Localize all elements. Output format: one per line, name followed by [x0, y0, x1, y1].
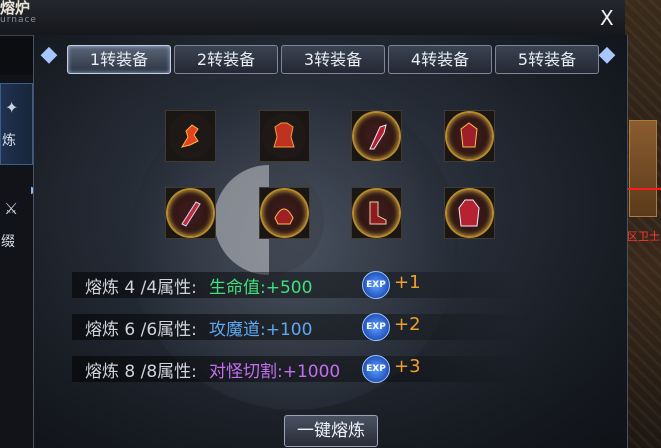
equipment-slot[interactable]: [259, 187, 310, 239]
furnace-panel: [33, 35, 628, 448]
tab-rebirth-4[interactable]: 4转装备: [388, 45, 492, 74]
one-click-smelt-button[interactable]: 一键熔炼: [284, 415, 378, 447]
world-npc-label: 区卫士: [627, 230, 660, 243]
smelt-icon: ✦: [5, 98, 19, 117]
exp-amount: +2: [394, 314, 421, 335]
equipment-slot[interactable]: [444, 110, 495, 162]
exp-icon: EXP: [362, 271, 390, 299]
flame-weapon-icon: [180, 124, 199, 148]
attribute-row: 熔炼 6 /6属性: 攻魔道:+100 EXP +2: [72, 313, 522, 341]
sidebar-item-label: 缀: [1, 234, 15, 250]
tab-rebirth-5[interactable]: 5转装备: [495, 45, 599, 74]
tab-rebirth-2[interactable]: 2转装备: [174, 45, 278, 74]
tab-prev-arrow-icon[interactable]: ◆: [36, 40, 62, 70]
equipment-slot[interactable]: [351, 187, 402, 239]
window-subtitle: urnace: [0, 15, 37, 25]
robe-icon: [458, 199, 480, 227]
embellish-icon: ⚔: [4, 199, 19, 218]
armor-set-icon: [460, 122, 478, 148]
axe-icon: [369, 124, 387, 150]
attribute-label: 熔炼 8 /8属性:: [85, 362, 197, 382]
equipment-slot[interactable]: [165, 110, 216, 162]
exp-icon: EXP: [362, 355, 390, 383]
attribute-row: 熔炼 8 /8属性: 对怪切割:+1000 EXP +3: [72, 355, 522, 383]
building-pillar: [629, 120, 657, 217]
equipment-slot[interactable]: [259, 110, 310, 162]
equipment-slot[interactable]: [444, 187, 495, 239]
boots-icon: [369, 201, 387, 225]
close-button[interactable]: X: [600, 6, 614, 30]
equipment-slot[interactable]: [165, 187, 216, 239]
boundary-line: [625, 188, 661, 190]
sidebar: ✦ 炼 ▶ ⚔ 缀: [0, 75, 39, 448]
attribute-value: 攻魔道:+100: [209, 320, 313, 340]
sidebar-item-embellish[interactable]: ⚔ 缀: [0, 185, 31, 265]
exp-amount: +3: [394, 356, 421, 377]
attribute-value: 生命值:+500: [209, 278, 313, 298]
equipment-slot[interactable]: [351, 110, 402, 162]
helmet-icon: [274, 208, 294, 225]
exp-amount: +1: [394, 272, 421, 293]
exp-icon: EXP: [362, 313, 390, 341]
window-header: 熔炉 urnace X: [0, 0, 625, 36]
tab-rebirth-1[interactable]: 1转装备: [67, 45, 171, 74]
sidebar-item-label: 炼: [2, 133, 16, 149]
blade-icon: [181, 201, 201, 227]
tab-rebirth-3[interactable]: 3转装备: [281, 45, 385, 74]
sidebar-item-smelt[interactable]: ✦ 炼: [0, 83, 33, 165]
red-armor-icon: [273, 122, 295, 148]
attribute-row: 熔炼 4 /4属性: 生命值:+500 EXP +1: [72, 271, 522, 299]
attribute-value: 对怪切割:+1000: [209, 362, 341, 382]
attribute-label: 熔炼 6 /6属性:: [85, 320, 197, 340]
attribute-label: 熔炼 4 /4属性:: [85, 278, 197, 298]
game-world-background: 区卫士: [625, 0, 661, 448]
